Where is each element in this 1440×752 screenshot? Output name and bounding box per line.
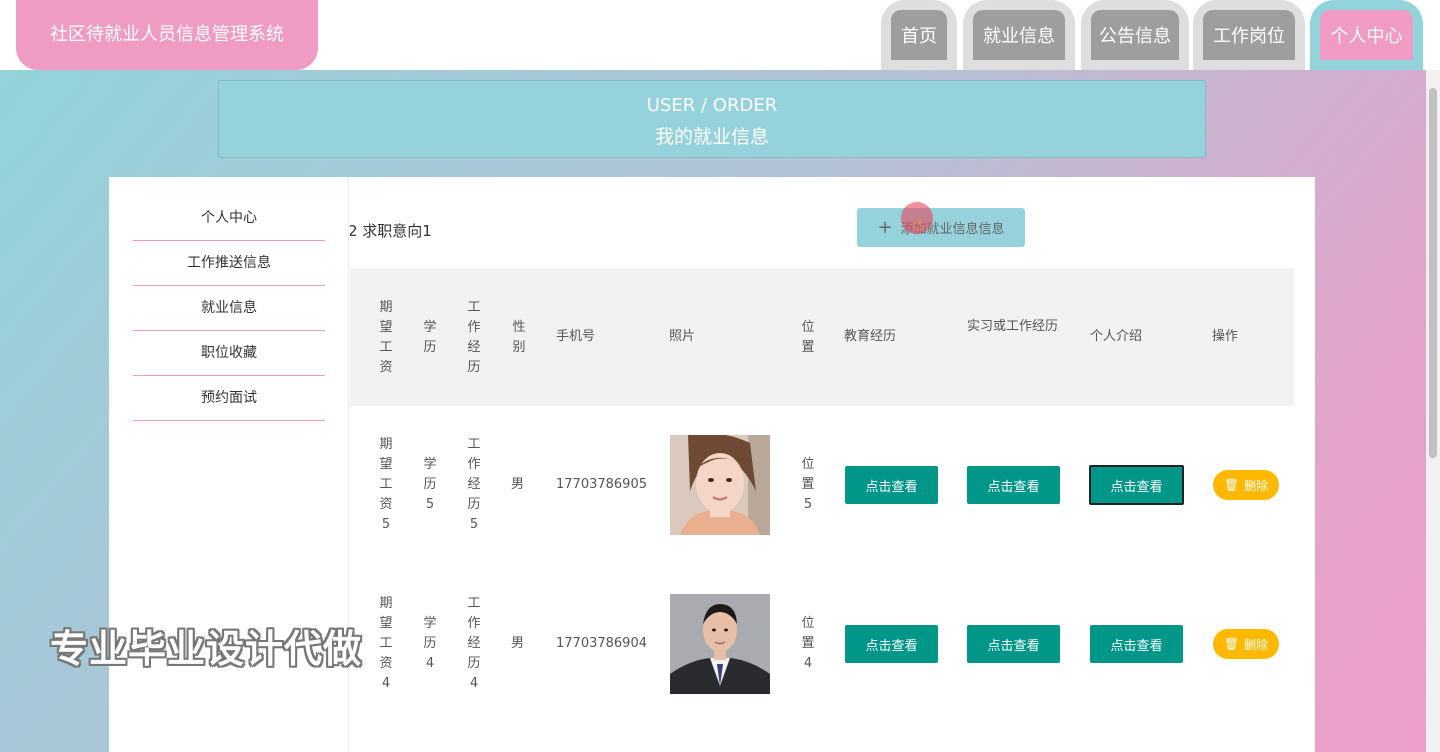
delete-label: 删除 bbox=[1244, 637, 1269, 652]
cell-phone: 17703786905 bbox=[556, 477, 647, 492]
page-banner: USER / ORDER 我的就业信息 bbox=[218, 80, 1206, 158]
profile-photo bbox=[670, 433, 770, 535]
top-header: 社区待就业人员信息管理系统 首页 就业信息 公告信息 工作岗位 个人中心 bbox=[0, 0, 1440, 70]
add-employment-button[interactable]: + 添加就业信息信息 bbox=[857, 208, 1025, 247]
nav-tab-employment[interactable]: 就业信息 bbox=[963, 0, 1075, 70]
page-scrollbar[interactable] bbox=[1426, 70, 1440, 752]
cell-location: 位置4 bbox=[801, 616, 815, 671]
sidebar-item-employment[interactable]: 就业信息 bbox=[133, 286, 325, 331]
plus-icon: + bbox=[877, 217, 893, 238]
cell-education: 学历4 bbox=[423, 616, 437, 671]
nav-tab-announcements-label: 公告信息 bbox=[1091, 10, 1179, 60]
view-work-history-button[interactable]: 点击查看 bbox=[967, 466, 1060, 504]
delete-label: 删除 bbox=[1244, 478, 1269, 493]
trash-icon: 🗑 bbox=[1223, 637, 1240, 651]
sidebar-item-personal-center[interactable]: 个人中心 bbox=[133, 196, 325, 241]
list-caption: 2 求职意向1 bbox=[350, 222, 432, 240]
nav-tab-home[interactable]: 首页 bbox=[881, 0, 957, 70]
nav-tab-jobs-label: 工作岗位 bbox=[1203, 10, 1295, 60]
delete-button[interactable]: 🗑 删除 bbox=[1213, 629, 1279, 659]
th-work-history: 实习或工作经历 bbox=[967, 319, 1059, 334]
cell-salary: 期望工资4 bbox=[379, 596, 393, 691]
th-gender: 性别 bbox=[512, 320, 526, 355]
pointer-hand-icon: ☝ bbox=[913, 215, 923, 234]
cell-phone: 17703786904 bbox=[556, 636, 647, 651]
th-intro: 个人介绍 bbox=[1090, 329, 1143, 344]
scrollbar-thumb[interactable] bbox=[1429, 88, 1437, 458]
delete-button[interactable]: 🗑 删除 bbox=[1213, 470, 1279, 500]
cell-gender: 男 bbox=[511, 477, 525, 492]
th-actions: 操作 bbox=[1212, 329, 1239, 344]
cell-experience: 工作经历5 bbox=[467, 437, 481, 532]
cell-education: 学历5 bbox=[423, 457, 437, 512]
cell-salary: 期望工资5 bbox=[379, 437, 393, 532]
cell-gender: 男 bbox=[511, 636, 525, 651]
cell-experience: 工作经历4 bbox=[467, 596, 481, 691]
th-location: 位置 bbox=[801, 320, 815, 355]
nav-tab-personal-center-label: 个人中心 bbox=[1320, 10, 1413, 60]
view-education-button[interactable]: 点击查看 bbox=[845, 466, 938, 504]
view-intro-button[interactable]: 点击查看 bbox=[1090, 625, 1183, 663]
site-brand[interactable]: 社区待就业人员信息管理系统 bbox=[16, 0, 318, 70]
nav-tab-announcements[interactable]: 公告信息 bbox=[1081, 0, 1189, 70]
nav-tab-home-label: 首页 bbox=[891, 10, 947, 60]
watermark-text: 专业毕业设计代做 bbox=[50, 627, 363, 671]
nav-tab-jobs[interactable]: 工作岗位 bbox=[1193, 0, 1305, 70]
sidebar-item-interviews[interactable]: 预约面试 bbox=[133, 376, 325, 421]
sidebar-item-favorites[interactable]: 职位收藏 bbox=[133, 331, 325, 376]
trash-icon: 🗑 bbox=[1223, 478, 1240, 492]
view-education-button[interactable]: 点击查看 bbox=[845, 625, 938, 663]
th-edu-history: 教育经历 bbox=[844, 329, 897, 344]
cell-location: 位置5 bbox=[801, 457, 815, 512]
th-salary: 期望工资 bbox=[379, 300, 393, 375]
content-area: 2 求职意向1 + 添加就业信息信息 ☝ 期望工资 学历 工作经历 性别 手机号… bbox=[350, 177, 1315, 752]
banner-english-title: USER / ORDER bbox=[646, 95, 778, 116]
banner-chinese-title: 我的就业信息 bbox=[654, 126, 769, 148]
nav-tab-personal-center[interactable]: 个人中心 bbox=[1310, 0, 1423, 70]
view-work-history-button[interactable]: 点击查看 bbox=[967, 625, 1060, 663]
th-phone: 手机号 bbox=[556, 329, 596, 344]
profile-photo bbox=[670, 594, 770, 694]
view-intro-button[interactable]: 点击查看 bbox=[1089, 465, 1184, 505]
nav-tab-employment-label: 就业信息 bbox=[973, 10, 1065, 60]
th-education: 学历 bbox=[423, 320, 437, 355]
sidebar-item-job-push[interactable]: 工作推送信息 bbox=[133, 241, 325, 286]
table-header: 期望工资 学历 工作经历 性别 手机号 照片 位置 教育经历 实习或工作经历 个… bbox=[350, 268, 1294, 406]
th-experience: 工作经历 bbox=[467, 300, 481, 375]
th-photo: 照片 bbox=[669, 329, 696, 344]
